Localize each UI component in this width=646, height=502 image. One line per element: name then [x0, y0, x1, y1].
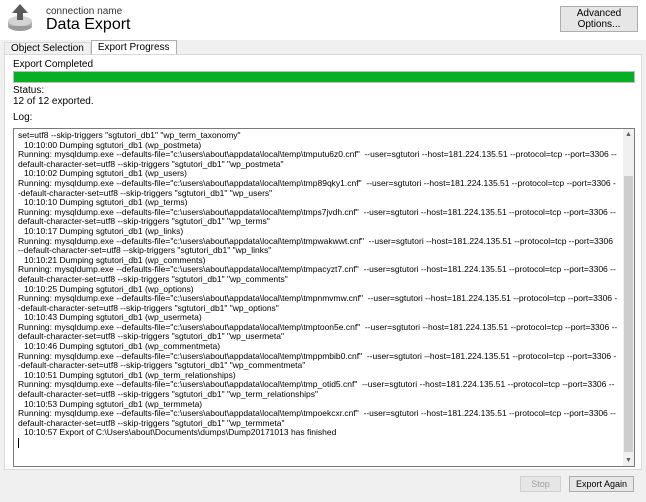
export-icon — [8, 4, 32, 31]
log-line: Running: mysqldump.exe --defaults-file="… — [18, 379, 615, 400]
scroll-down-icon[interactable]: ▼ — [623, 455, 634, 466]
progress-bar — [13, 71, 635, 83]
log-line: Running: mysqldump.exe --defaults-file="… — [18, 264, 616, 284]
advanced-options-button[interactable]: Advanced Options... — [560, 6, 638, 32]
log-line: Running: mysqldump.exe --defaults-file="… — [18, 177, 616, 198]
log-line: Running: mysqldump.exe --defaults-file="… — [18, 350, 617, 371]
scrollbar-thumb[interactable] — [624, 176, 633, 452]
text-caret — [18, 438, 19, 448]
log-line: 10:10:57 Export of C:\Users\about\Docume… — [24, 427, 337, 438]
status-text: 12 of 12 exported. — [13, 96, 94, 107]
log-scrollbar[interactable]: ▲ ▼ — [623, 129, 634, 466]
export-again-button[interactable]: Export Again — [569, 476, 634, 492]
tab-bar: Object Selection Export Progress — [4, 40, 177, 55]
header: connection name Data Export Advanced Opt… — [0, 0, 646, 40]
stop-button[interactable]: Stop — [520, 476, 561, 492]
log-line: Running: mysqldump.exe --defaults-file="… — [18, 149, 617, 169]
tab-export-progress[interactable]: Export Progress — [90, 40, 177, 55]
status-label: Status: — [13, 85, 45, 96]
log-line: Running: mysqldump.exe --defaults-file="… — [18, 321, 618, 342]
progress-label: Export Completed — [13, 59, 94, 70]
log-line: Running: mysqldump.exe --defaults-file="… — [18, 206, 616, 227]
log-line: Running: mysqldump.exe --defaults-file="… — [18, 235, 616, 256]
log-content: set=utf8 --skip-triggers "sgtutori_db1" … — [18, 130, 618, 438]
page-title: Data Export — [46, 16, 131, 33]
log-label: Log: — [13, 112, 33, 123]
log-textarea[interactable]: set=utf8 --skip-triggers "sgtutori_db1" … — [13, 128, 635, 467]
export-progress-panel: Export Completed Status: 12 of 12 export… — [4, 54, 642, 470]
log-line: Running: mysqldump.exe --defaults-file="… — [18, 293, 618, 313]
log-line: Running: mysqldump.exe --defaults-file="… — [18, 408, 616, 428]
scroll-up-icon[interactable]: ▲ — [623, 129, 634, 140]
progress-fill — [14, 72, 634, 82]
